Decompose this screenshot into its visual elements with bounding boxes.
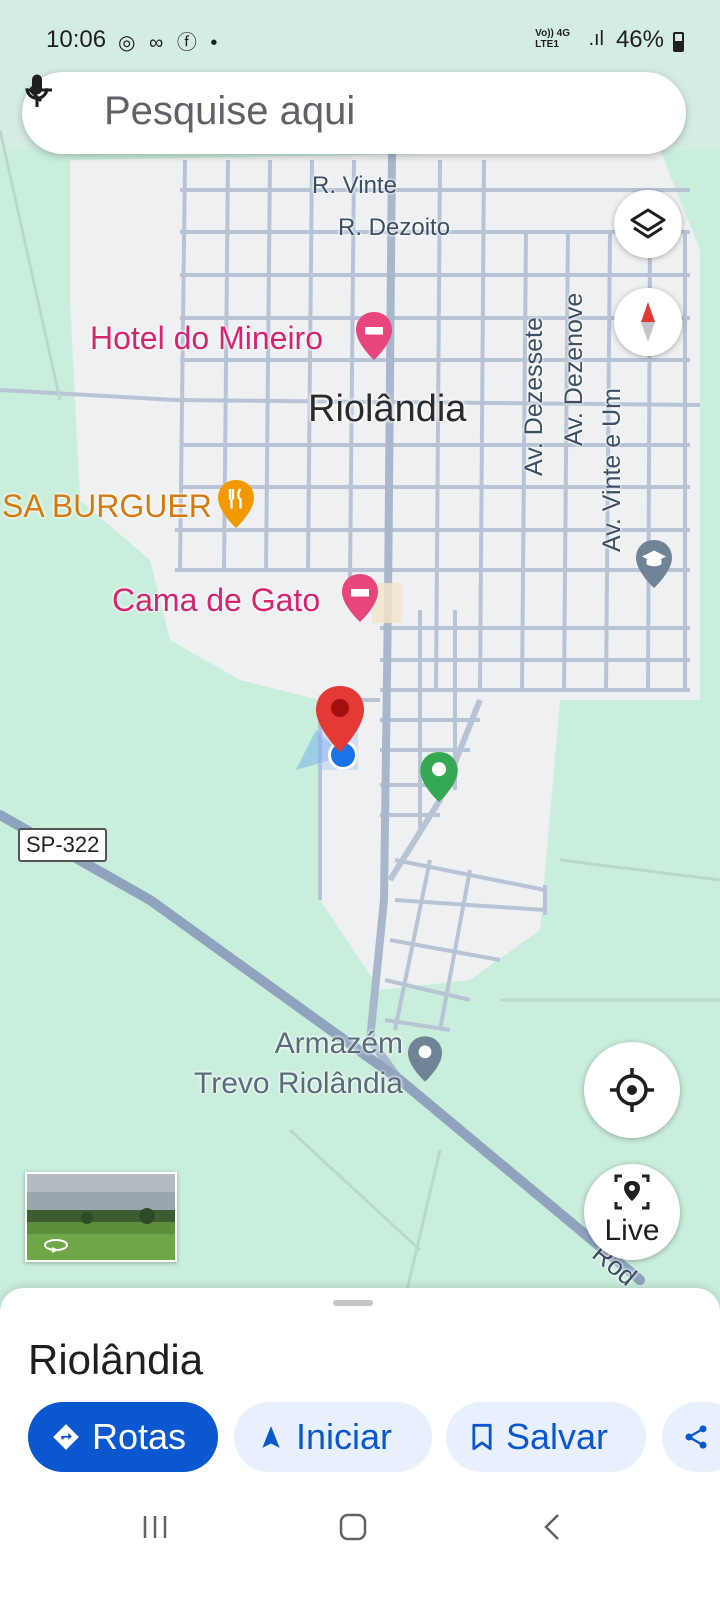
compass-icon <box>641 302 655 342</box>
street-label-av-vinte-um: Av. Vinte e Um <box>598 388 626 552</box>
poi-label-armazem[interactable]: Armazém Trevo Riolândia <box>158 1024 403 1104</box>
back-icon[interactable] <box>538 1512 568 1542</box>
status-time: 10:06 <box>46 26 107 53</box>
live-view-pin-icon <box>614 1174 650 1210</box>
rotate-360-icon <box>44 1239 68 1253</box>
save-label: Salvar <box>506 1416 609 1457</box>
store-pin-icon[interactable] <box>408 1036 442 1082</box>
recent-apps-icon[interactable] <box>140 1512 170 1542</box>
city-label: Riolândia <box>308 388 467 430</box>
bookmark-icon <box>472 1423 492 1451</box>
layers-button[interactable] <box>614 190 682 258</box>
street-view-thumbnail[interactable] <box>25 1172 177 1262</box>
save-button[interactable]: Salvar <box>446 1402 646 1472</box>
place-pin-green-icon[interactable] <box>420 752 458 802</box>
navigation-arrow-icon <box>262 1426 280 1448</box>
hotel-pin-icon[interactable] <box>356 312 392 360</box>
notification-icons: ◎ ∞ ⓕ • <box>118 32 222 54</box>
poi-label-hotel-mineiro[interactable]: Hotel do Mineiro <box>90 320 323 357</box>
start-button[interactable]: Iniciar <box>234 1402 432 1472</box>
start-label: Iniciar <box>296 1416 393 1457</box>
poi-label-armazem-line2: Trevo Riolândia <box>194 1067 403 1100</box>
status-bar: 10:06 ◎ ∞ ⓕ • Vo)) 4G LTE1 .ıl 46% <box>0 22 720 58</box>
microphone-icon[interactable] <box>22 72 52 112</box>
selected-place-pin-icon[interactable] <box>316 686 364 752</box>
street-label-av-dezessete: Av. Dezessete <box>520 317 548 476</box>
share-button[interactable] <box>662 1402 720 1472</box>
poi-label-burger[interactable]: SA BURGUER <box>2 488 212 525</box>
poi-label-armazem-line1: Armazém <box>274 1027 403 1060</box>
live-view-label: Live <box>604 1214 660 1247</box>
live-view-button[interactable]: Live <box>584 1164 680 1260</box>
signal-icon: .ıl <box>588 28 604 50</box>
network-indicator: Vo)) 4G LTE1 <box>535 28 570 50</box>
compass-button[interactable] <box>614 288 682 356</box>
hotel-pin-icon-2[interactable] <box>342 574 378 622</box>
place-title: Riolândia <box>28 1336 204 1383</box>
directions-icon <box>53 1424 79 1450</box>
map-view[interactable]: 10:06 ◎ ∞ ⓕ • Vo)) 4G LTE1 .ıl 46% Pesqu… <box>0 0 720 1320</box>
school-pin-icon[interactable] <box>636 540 672 588</box>
search-input[interactable]: Pesquise aqui <box>104 89 355 134</box>
my-location-button[interactable] <box>584 1042 680 1138</box>
sheet-drag-handle[interactable] <box>333 1300 373 1306</box>
battery-percent: 46% <box>615 26 664 53</box>
restaurant-pin-icon[interactable] <box>218 480 254 528</box>
directions-button[interactable]: Rotas <box>28 1402 218 1472</box>
layers-icon <box>630 208 666 239</box>
home-icon[interactable] <box>338 1512 368 1542</box>
system-nav-bar <box>0 1490 720 1570</box>
poi-label-cama-gato[interactable]: Cama de Gato <box>112 582 320 619</box>
street-label-dezoito: R. Dezoito <box>338 214 451 241</box>
search-bar[interactable]: Pesquise aqui <box>22 72 686 154</box>
street-label-vinte: R. Vinte <box>312 172 397 199</box>
battery-icon <box>673 32 684 52</box>
directions-label: Rotas <box>92 1416 187 1457</box>
crosshair-icon <box>610 1068 654 1112</box>
road-shield-sp322: SP-322 <box>18 828 108 862</box>
share-icon <box>685 1425 707 1449</box>
street-label-av-dezenove: Av. Dezenove <box>560 292 588 446</box>
